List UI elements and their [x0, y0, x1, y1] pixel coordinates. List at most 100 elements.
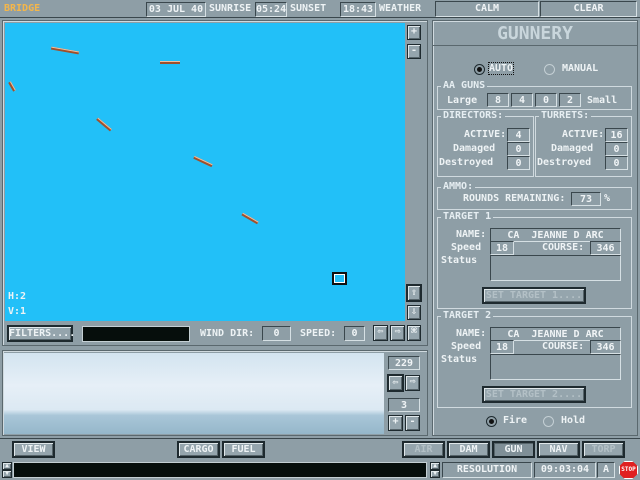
sunrise-field: 05:24 — [255, 2, 287, 17]
target1-name: CA JEANNE D ARC — [490, 228, 621, 242]
target1-name-label: NAME: — [456, 229, 487, 240]
manual-radio[interactable] — [544, 64, 555, 75]
target1-speed: 18 — [490, 241, 514, 255]
map-center-button[interactable]: ⌘ — [407, 325, 421, 341]
turrets-active-label: ACTIVE: — [562, 129, 605, 140]
wind-dir-field: 0 — [262, 326, 291, 341]
aa-small-2: 2 — [559, 93, 581, 107]
resolution-field[interactable]: RESOLUTION — [442, 462, 532, 478]
aircraft-marker[interactable] — [50, 46, 80, 55]
screen-title: BRIDGE — [4, 3, 41, 14]
message-log — [13, 462, 427, 478]
directors-damaged: 0 — [507, 142, 530, 156]
view-zoom-out-button[interactable]: - — [405, 415, 420, 431]
aircraft-marker[interactable] — [8, 81, 16, 92]
top-bar: BRIDGE 03 JUL 40 SUNRISE 05:24 SUNSET 18… — [0, 0, 640, 18]
view-button[interactable]: VIEW — [12, 441, 55, 458]
resolution-scroll-up[interactable]: ▲ — [430, 462, 440, 470]
target1-title: TARGET 1 — [441, 211, 494, 222]
sea-view — [4, 353, 384, 434]
v-readout: V:1 — [8, 306, 27, 317]
fire-radio[interactable] — [486, 416, 497, 427]
map-scroll-up-button[interactable]: ⇧ — [406, 284, 422, 302]
aircraft-marker[interactable] — [241, 212, 259, 225]
target2-name: CA JEANNE D ARC — [490, 327, 621, 341]
wind-dir-label: WIND DIR: — [200, 328, 255, 339]
resolution-scroll-down[interactable]: ▼ — [430, 470, 440, 478]
directors-active: 4 — [507, 128, 530, 142]
ammo-title: AMMO: — [441, 181, 476, 192]
date-field: 03 JUL 40 — [146, 2, 206, 17]
stop-button[interactable]: STOP — [619, 461, 638, 479]
target1-course: 346 — [590, 241, 621, 255]
tab-air[interactable]: AIR — [402, 441, 445, 458]
aa-large-2: 4 — [511, 93, 533, 107]
map-zoom-out-button[interactable]: - — [407, 44, 421, 59]
hold-radio[interactable] — [543, 416, 554, 427]
aircraft-marker[interactable] — [160, 61, 180, 64]
fire-label[interactable]: Fire — [503, 415, 527, 426]
view-rotate-left-button[interactable]: ⇦ — [387, 374, 404, 392]
aa-small-1: 0 — [535, 93, 557, 107]
message-display — [82, 326, 190, 342]
map-left-button[interactable]: ⇦ — [373, 325, 388, 341]
directors-destroyed-label: Destroyed — [439, 157, 494, 168]
tab-nav[interactable]: NAV — [537, 441, 580, 458]
sky-condition: CLEAR — [540, 1, 637, 17]
target2-course: 346 — [590, 340, 621, 354]
bearing-field: 229 — [388, 356, 420, 370]
filters-button[interactable]: FILTERS.... — [7, 325, 75, 342]
map-scroll-down-button[interactable]: ⇩ — [407, 305, 421, 320]
large-label: Large — [447, 95, 478, 106]
rounds-remaining: 73 — [571, 192, 601, 206]
directors-destroyed: 0 — [507, 156, 530, 170]
turrets-active: 16 — [605, 128, 628, 142]
auto-radio[interactable] — [474, 64, 485, 75]
directors-active-label: ACTIVE: — [464, 129, 507, 140]
message-scroll-down[interactable]: ▼ — [2, 470, 12, 478]
target1-status — [490, 255, 621, 281]
view-zoom-in-button[interactable]: + — [388, 415, 403, 431]
message-scroll-up[interactable]: ▲ — [2, 462, 12, 470]
target2-course-label: COURSE: — [542, 341, 585, 352]
aircraft-marker[interactable] — [193, 155, 213, 168]
tab-gun[interactable]: GUN — [492, 441, 535, 458]
sunrise-label: SUNRISE — [209, 3, 252, 14]
aa-guns-title: AA GUNS — [441, 80, 488, 91]
map-zoom-in-button[interactable]: + — [407, 25, 421, 40]
target2-speed: 18 — [490, 340, 514, 354]
target1-speed-label: Speed — [451, 242, 482, 253]
turrets-title: TURRETS: — [539, 110, 592, 121]
target2-speed-label: Speed — [451, 341, 482, 352]
turrets-destroyed-label: Destroyed — [537, 157, 592, 168]
rounds-unit: % — [604, 193, 611, 204]
sunset-field: 18:43 — [340, 2, 376, 17]
aircraft-marker[interactable] — [96, 117, 112, 132]
turrets-damaged-label: Damaged — [551, 143, 594, 154]
h-readout: H:2 — [8, 291, 27, 302]
speed-field: 0 — [344, 326, 365, 341]
wind-condition: CALM — [435, 1, 539, 17]
map-right-button[interactable]: ⇨ — [390, 325, 405, 341]
view-rotate-right-button[interactable]: ⇨ — [405, 375, 420, 391]
target2-title: TARGET 2 — [441, 310, 494, 321]
weather-label: WEATHER — [379, 3, 422, 14]
target1-status-label: Status — [441, 255, 478, 266]
tab-dam[interactable]: DAM — [447, 441, 490, 458]
auto-label[interactable]: AUTO — [487, 62, 515, 75]
set-target1-button[interactable]: SET TARGET 1.... — [482, 287, 586, 304]
sunset-label: SUNSET — [290, 3, 327, 14]
cargo-button[interactable]: CARGO — [177, 441, 220, 458]
fuel-button[interactable]: FUEL — [222, 441, 265, 458]
tactical-map[interactable]: H:2 V:1 — [5, 23, 405, 321]
directors-title: DIRECTORS: — [441, 110, 506, 121]
manual-label[interactable]: MANUAL — [562, 63, 598, 74]
rounds-remaining-label: ROUNDS REMAINING: — [463, 193, 566, 204]
small-label: Small — [587, 95, 618, 106]
tab-torp[interactable]: TORP — [582, 441, 625, 458]
set-target2-button[interactable]: SET TARGET 2.... — [482, 386, 586, 403]
hold-label[interactable]: Hold — [561, 415, 585, 426]
target2-status-label: Status — [441, 354, 478, 365]
turrets-damaged: 0 — [605, 142, 628, 156]
view-zoom-field: 3 — [388, 398, 420, 412]
